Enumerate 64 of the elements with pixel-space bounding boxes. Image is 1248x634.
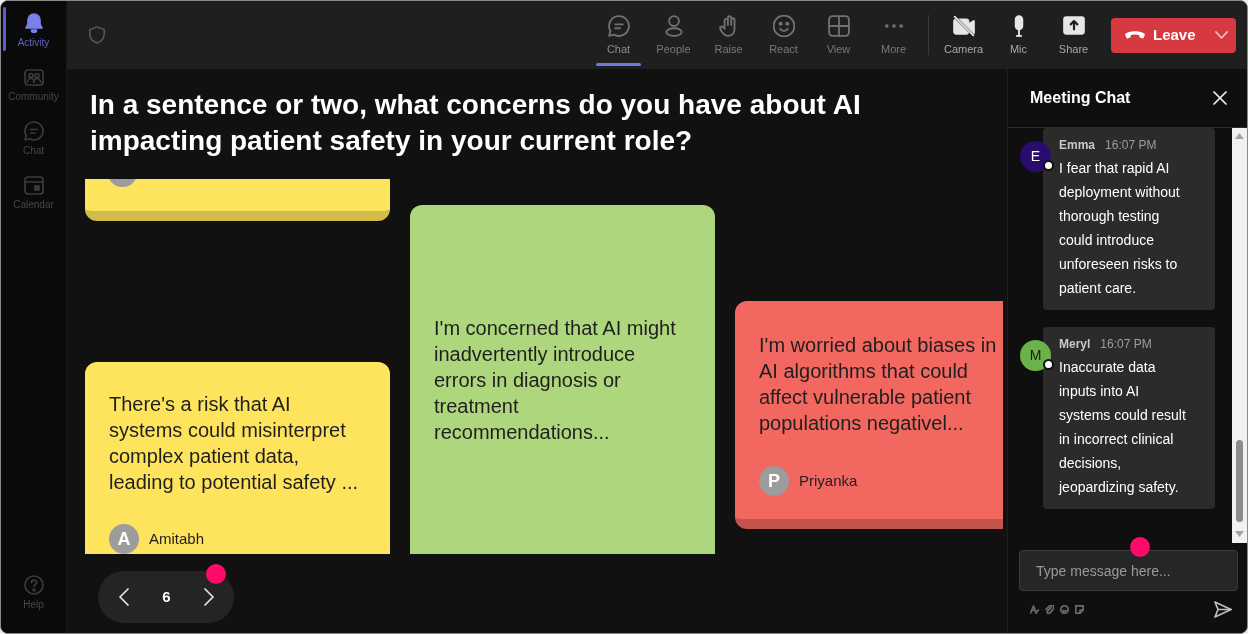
calendar-icon — [23, 175, 44, 195]
message-text: I fear that rapid AI deployment without thorough testing could introduce unforeseen risks to patient care. — [1059, 159, 1181, 298]
chat-icon — [23, 121, 44, 141]
note-text: I'm concerned that AI might inadvertently introduce errors in diagnosis or treatment recommendations... — [434, 315, 677, 445]
grid-icon — [827, 15, 850, 37]
chevron-left-icon — [119, 588, 129, 606]
sender-name: Emma — [1059, 138, 1096, 152]
note-text: There's a risk that AI systems could misinterpret complex patient data, leading to potential safety ... — [109, 392, 360, 495]
toolbar-button[interactable]: React — [756, 1, 811, 69]
emoji-icon[interactable] — [1060, 604, 1069, 614]
page-number: 6 — [161, 586, 172, 607]
smiley-icon — [772, 15, 795, 37]
leave-button[interactable]: Leave — [1111, 17, 1236, 53]
toolbar-button[interactable]: Chat — [591, 1, 646, 69]
camera-off-icon — [952, 15, 975, 37]
toolbar-button[interactable]: People — [646, 1, 701, 69]
caret-icon — [1215, 31, 1228, 39]
avatar: P — [759, 466, 789, 496]
send-button[interactable] — [1214, 600, 1232, 618]
close-button[interactable] — [1213, 91, 1227, 105]
status-dot-icon — [1043, 160, 1054, 171]
sticker-icon[interactable] — [1075, 604, 1084, 614]
sidebar-item[interactable]: Community — [1, 59, 66, 113]
note-text: I'm worried about biases in AI algorithms that could affect vulnerable patient populations negativel... — [759, 332, 998, 436]
scrollbar-thumb[interactable] — [1236, 440, 1243, 522]
toolbar-button[interactable]: Raise — [701, 1, 756, 69]
message-input[interactable]: Type message here... — [1019, 550, 1238, 591]
help-button[interactable]: Help — [1, 567, 66, 621]
marker-dot-icon — [1130, 537, 1150, 557]
sidebar-item[interactable]: Calendar — [1, 167, 66, 221]
toolbar-button[interactable]: More — [866, 1, 921, 69]
paperclip-icon[interactable] — [1045, 604, 1054, 614]
toolbar-button[interactable]: Camera — [936, 1, 991, 69]
chat-icon — [607, 15, 630, 37]
group-icon — [23, 67, 44, 87]
message-time: 16:07 PM — [1100, 337, 1152, 351]
panel-title: Meeting Chat — [1030, 88, 1131, 108]
toolbar-button[interactable]: View — [811, 1, 866, 69]
help-icon — [23, 575, 44, 595]
avatar-icon — [109, 179, 136, 187]
arrow-down-icon[interactable] — [1235, 531, 1244, 537]
format-icon[interactable] — [1030, 604, 1039, 614]
chevron-right-icon — [204, 588, 214, 606]
sidebar-item[interactable]: Activity — [1, 5, 66, 59]
send-icon — [1214, 600, 1232, 618]
status-dot-icon — [1043, 359, 1054, 370]
author-name: Priyanka — [799, 470, 858, 491]
marker-dot-icon — [206, 564, 226, 584]
phone-icon — [1125, 31, 1145, 39]
avatar: A — [109, 524, 139, 554]
bell-icon — [23, 13, 44, 33]
author-name: Amitabh — [149, 528, 205, 549]
sidebar-item[interactable]: Chat — [1, 113, 66, 167]
toolbar-button[interactable]: Mic — [991, 1, 1046, 69]
arrow-up-icon[interactable] — [1235, 133, 1244, 139]
share-screen-icon — [1062, 15, 1085, 37]
sender-name: Meryl — [1059, 337, 1091, 351]
close-icon — [1213, 91, 1227, 105]
toolbar-button[interactable]: Share — [1046, 1, 1101, 69]
question-title: In a sentence or two, what concerns do you have about AI impacting patient safety in your current role? — [90, 88, 862, 158]
more-icon — [884, 24, 903, 28]
message-text: Inaccurate data inputs into AI systems could result in incorrect clinical decisions, jeopardizing safety. — [1059, 358, 1187, 497]
shield-icon — [88, 25, 106, 45]
message-time: 16:07 PM — [1105, 138, 1157, 152]
